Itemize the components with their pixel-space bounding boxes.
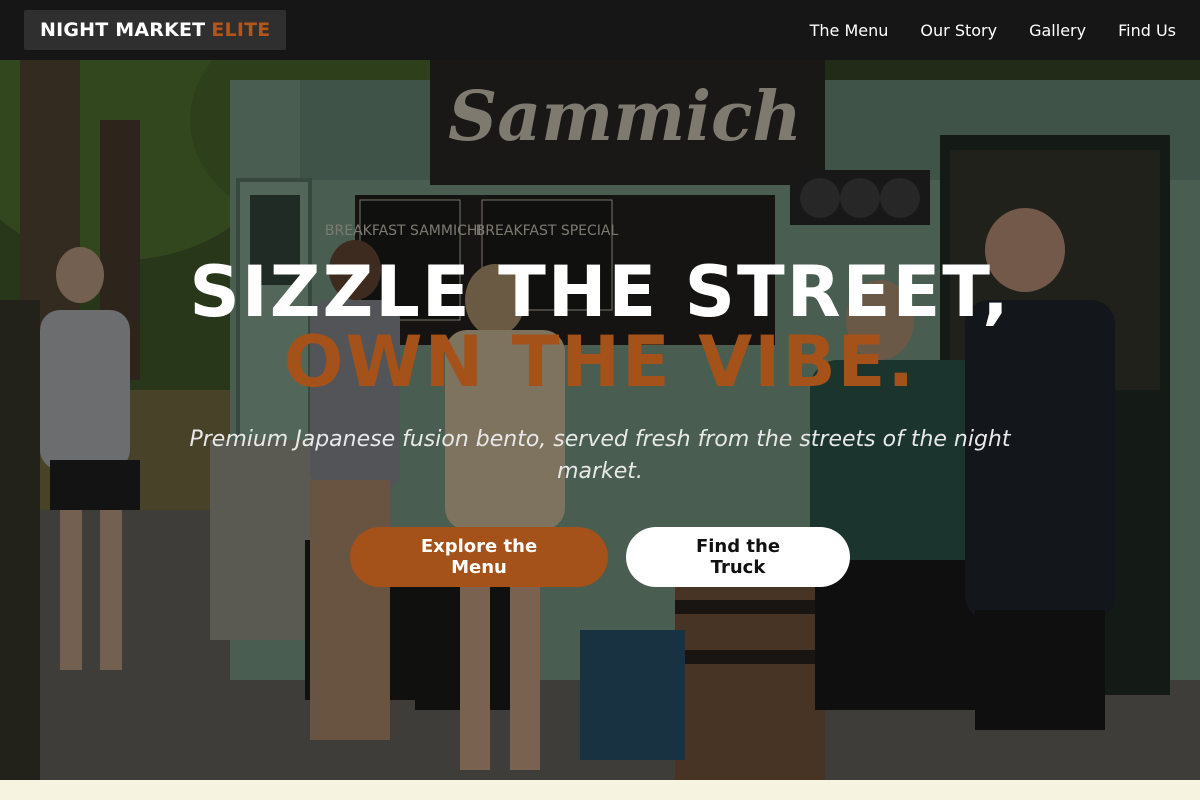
hero-content: SIZZLE THE STREET, OWN THE VIBE. Premium… — [0, 60, 1200, 780]
hero-headline-line1: SIZZLE THE STREET, — [189, 251, 1011, 333]
hero-tagline: Premium Japanese fusion bento, served fr… — [189, 427, 1011, 484]
hero-headline-line2: OWN THE VIBE. — [283, 321, 917, 403]
logo-text-main: NIGHT MARKET — [40, 19, 206, 41]
nav-link-our-story[interactable]: Our Story — [920, 21, 997, 40]
next-section-edge — [0, 780, 1200, 800]
explore-menu-button[interactable]: Explore the Menu — [350, 527, 608, 587]
nav-links: The Menu Our Story Gallery Find Us — [810, 21, 1176, 40]
hero-section: Sammich BREAKFAST SAMMICHES BREAKFAST SP… — [0, 60, 1200, 780]
top-navbar: NIGHT MARKET ELITE The Menu Our Story Ga… — [0, 0, 1200, 60]
hero-cta-row: Explore the Menu Find the Truck — [0, 527, 1200, 587]
nav-link-gallery[interactable]: Gallery — [1029, 21, 1086, 40]
find-truck-button[interactable]: Find the Truck — [626, 527, 850, 587]
logo-text-accent: ELITE — [211, 19, 271, 41]
site-logo[interactable]: NIGHT MARKET ELITE — [24, 10, 287, 50]
nav-link-menu[interactable]: The Menu — [810, 21, 889, 40]
nav-link-find-us[interactable]: Find Us — [1118, 21, 1176, 40]
